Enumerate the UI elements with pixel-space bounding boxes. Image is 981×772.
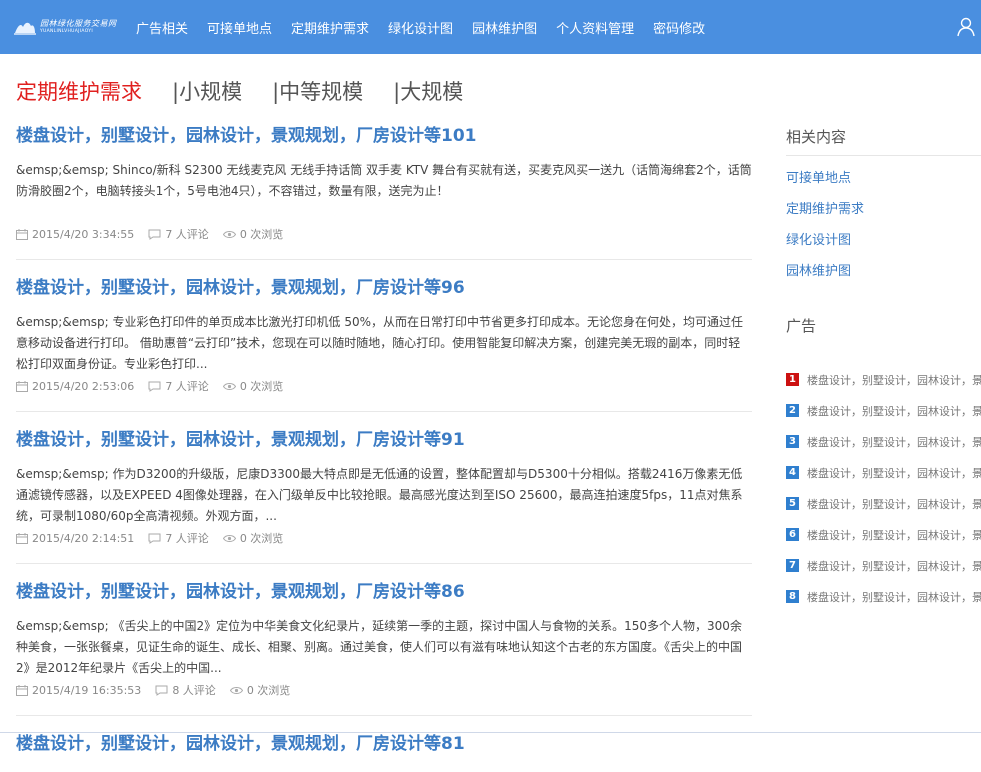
post-excerpt: &emsp;&emsp; 《舌尖上的中国2》定位为中华美食文化纪录片，延续第一季… [16, 619, 743, 675]
post-title-link[interactable]: 楼盘设计，别墅设计，园林设计，景观规划，厂房设计等101 [16, 120, 752, 152]
post-title-link[interactable]: 楼盘设计，别墅设计，园林设计，景观规划，厂房设计等96 [16, 272, 752, 304]
ad-item[interactable]: 3 楼盘设计，别墅设计，园林设计，景 [786, 426, 981, 457]
post-meta: 2015/4/20 2:14:51 7 人评论 0 次浏览 [16, 527, 752, 549]
related-list: 可接单地点 定期维护需求 绿化设计图 园林维护图 [786, 169, 981, 293]
ad-text[interactable]: 楼盘设计，别墅设计，园林设计，景 [807, 434, 981, 450]
category-medium[interactable]: |中等规模 [272, 76, 363, 106]
post-views: 0 次浏览 [239, 228, 284, 241]
post-views: 0 次浏览 [239, 380, 284, 393]
post-date: 2015/4/20 2:14:51 [32, 531, 135, 545]
sidebar: 相关内容 可接单地点 定期维护需求 绿化设计图 园林维护图 广告 1 楼盘设计，别… [786, 120, 981, 612]
related-link[interactable]: 园林维护图 [786, 262, 981, 293]
ad-rank-badge: 4 [786, 466, 799, 479]
ad-rank-badge: 8 [786, 590, 799, 603]
category-active[interactable]: 定期维护需求 [16, 76, 142, 106]
comment-icon [155, 685, 168, 696]
nav-item-greening-designs[interactable]: 绿化设计图 [388, 18, 453, 37]
post-excerpt: &emsp;&emsp; 作为D3200的升级版，尼康D3300最大特点即是无低… [16, 467, 743, 523]
comment-icon [148, 229, 161, 240]
ad-text[interactable]: 楼盘设计，别墅设计，园林设计，景 [807, 403, 981, 419]
category-filter-bar: 定期维护需求 |小规模 |中等规模 |大规模 [16, 76, 463, 106]
ad-item[interactable]: 8 楼盘设计，别墅设计，园林设计，景 [786, 581, 981, 612]
eye-icon [222, 230, 236, 238]
eye-icon [222, 382, 236, 390]
logo-tree-icon [14, 19, 36, 35]
eye-icon [222, 534, 236, 542]
ad-heading: 广告 [786, 317, 817, 335]
category-large[interactable]: |大规模 [393, 76, 463, 106]
ad-rank-badge: 6 [786, 528, 799, 541]
post-excerpt: &emsp;&emsp; Shinco/新科 S2300 无线麦克风 无线手持话… [16, 163, 752, 198]
ad-text[interactable]: 楼盘设计，别墅设计，园林设计，景 [807, 372, 981, 388]
post-meta: 2015/4/20 2:53:06 7 人评论 0 次浏览 [16, 375, 752, 397]
nav-item-order-locations[interactable]: 可接单地点 [207, 18, 272, 37]
ad-item[interactable]: 5 楼盘设计，别墅设计，园林设计，景 [786, 488, 981, 519]
post-list: 楼盘设计，别墅设计，园林设计，景观规划，厂房设计等101 &emsp;&emsp… [16, 120, 752, 772]
site-logo[interactable]: 园林绿化服务交易网 YUANLINLVHUAJIAOYI [14, 12, 118, 42]
nav-item-maintenance-needs[interactable]: 定期维护需求 [291, 18, 369, 37]
user-icon[interactable] [957, 17, 975, 37]
ad-item[interactable]: 2 楼盘设计，别墅设计，园林设计，景 [786, 395, 981, 426]
post-comments: 7 人评论 [165, 228, 209, 241]
ad-text[interactable]: 楼盘设计，别墅设计，园林设计，景 [807, 465, 981, 481]
calendar-icon [16, 684, 28, 696]
ad-text[interactable]: 楼盘设计，别墅设计，园林设计，景 [807, 589, 981, 605]
ad-rank-badge: 2 [786, 404, 799, 417]
related-link[interactable]: 绿化设计图 [786, 231, 981, 262]
ad-item[interactable]: 6 楼盘设计，别墅设计，园林设计，景 [786, 519, 981, 550]
post-comments: 7 人评论 [165, 532, 209, 545]
post-views: 0 次浏览 [239, 532, 284, 545]
ad-rank-badge: 3 [786, 435, 799, 448]
post-comments: 8 人评论 [172, 684, 216, 697]
nav-item-password[interactable]: 密码修改 [653, 18, 705, 37]
post-title-link[interactable]: 楼盘设计，别墅设计，园林设计，景观规划，厂房设计等91 [16, 424, 752, 456]
eye-icon [229, 686, 243, 694]
ad-text[interactable]: 楼盘设计，别墅设计，园林设计，景 [807, 558, 981, 574]
ad-item[interactable]: 7 楼盘设计，别墅设计，园林设计，景 [786, 550, 981, 581]
page-bottom-divider [0, 732, 981, 733]
post-date: 2015/4/20 2:53:06 [32, 379, 135, 393]
related-link[interactable]: 可接单地点 [786, 169, 981, 200]
ad-rank-badge: 1 [786, 373, 799, 386]
post-date: 2015/4/20 3:34:55 [32, 227, 135, 241]
post-title-link[interactable]: 楼盘设计，别墅设计，园林设计，景观规划，厂房设计等86 [16, 576, 752, 608]
ad-text[interactable]: 楼盘设计，别墅设计，园林设计，景 [807, 527, 981, 543]
related-link[interactable]: 定期维护需求 [786, 200, 981, 231]
post-comments: 7 人评论 [165, 380, 209, 393]
nav-item-profile[interactable]: 个人资料管理 [556, 18, 634, 37]
post-views: 0 次浏览 [246, 684, 291, 697]
calendar-icon [16, 380, 28, 392]
calendar-icon [16, 228, 28, 240]
ad-list: 1 楼盘设计，别墅设计，园林设计，景 2 楼盘设计，别墅设计，园林设计，景 3 楼盘设… [786, 364, 981, 612]
post-excerpt: &emsp;&emsp; 专业彩色打印件的单页成本比激光打印机低 50%，从而在… [16, 315, 743, 371]
post-date: 2015/4/19 16:35:53 [32, 683, 142, 697]
post-meta: 2015/4/19 16:35:53 8 人评论 0 次浏览 [16, 679, 752, 701]
related-heading: 相关内容 [786, 120, 981, 156]
post-meta: 2015/4/20 3:34:55 7 人评论 0 次浏览 [16, 223, 752, 245]
post-item: 楼盘设计，别墅设计，园林设计，景观规划，厂房设计等91 &emsp;&emsp;… [16, 424, 752, 564]
comment-icon [148, 533, 161, 544]
category-small[interactable]: |小规模 [172, 76, 242, 106]
ad-item[interactable]: 1 楼盘设计，别墅设计，园林设计，景 [786, 364, 981, 395]
ad-text[interactable]: 楼盘设计，别墅设计，园林设计，景 [807, 496, 981, 512]
ad-rank-badge: 5 [786, 497, 799, 510]
logo-chinese-name: 园林绿化服务交易网 [40, 18, 117, 28]
top-navbar: 园林绿化服务交易网 YUANLINLVHUAJIAOYI 广告相关 可接单地点 … [0, 0, 981, 54]
ad-item[interactable]: 4 楼盘设计，别墅设计，园林设计，景 [786, 457, 981, 488]
post-item: 楼盘设计，别墅设计，园林设计，景观规划，厂房设计等96 &emsp;&emsp;… [16, 272, 752, 412]
nav-item-ads[interactable]: 广告相关 [136, 18, 188, 37]
ad-rank-badge: 7 [786, 559, 799, 572]
post-item: 楼盘设计，别墅设计，园林设计，景观规划，厂房设计等86 &emsp;&emsp;… [16, 576, 752, 716]
nav-item-garden-maintenance[interactable]: 园林维护图 [472, 18, 537, 37]
logo-english-name: YUANLINLVHUAJIAOYI [40, 28, 93, 34]
post-item: 楼盘设计，别墅设计，园林设计，景观规划，厂房设计等101 &emsp;&emsp… [16, 120, 752, 260]
calendar-icon [16, 532, 28, 544]
comment-icon [148, 381, 161, 392]
